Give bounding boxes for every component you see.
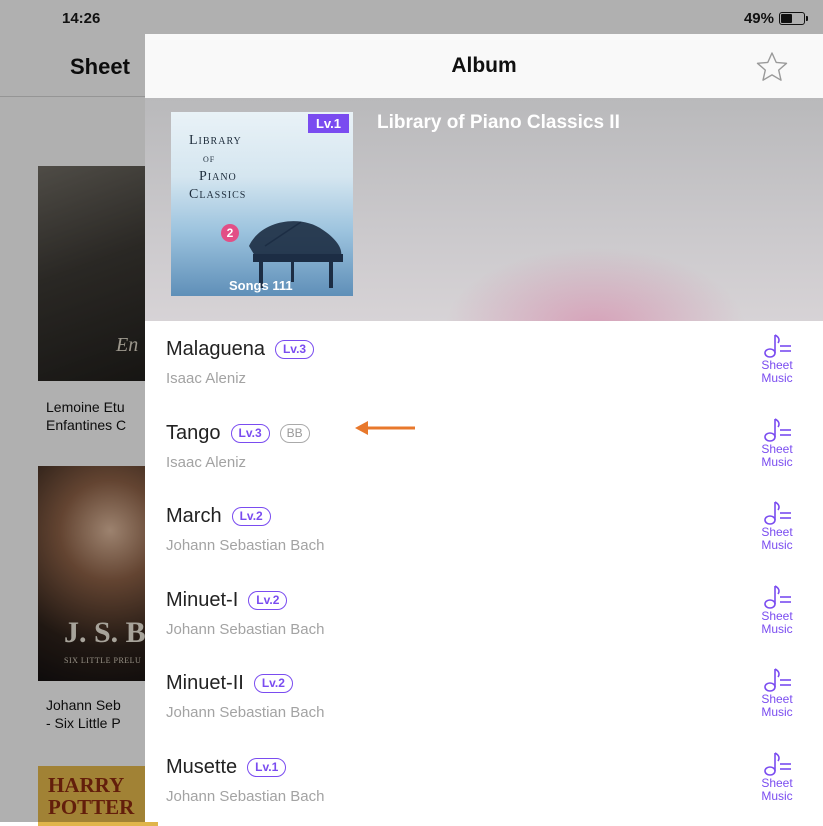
song-row[interactable]: Minuet-I Lv.2 Johann Sebastian Bach Shee… — [145, 572, 823, 656]
level-badge: Lv.2 — [248, 590, 288, 610]
battery-percent: 49% — [743, 10, 774, 27]
song-title-text: Tango — [166, 421, 221, 444]
level-badge: Lv.1 — [247, 757, 287, 777]
song-artist: Johann Sebastian Bach — [166, 537, 325, 554]
album-hero: Library of Piano Classics 2 Lv.1 Songs 1… — [145, 98, 823, 321]
song-title-text: Musette — [166, 755, 238, 778]
cover-title-line: Library — [189, 133, 242, 148]
music-note-icon — [764, 751, 791, 776]
song-row[interactable]: Musette Lv.1 Johann Sebastian Bach Sheet… — [145, 739, 823, 823]
song-artist: Isaac Aleniz — [166, 453, 247, 471]
background-title: Sheet — [70, 54, 130, 79]
music-note-icon — [764, 417, 791, 442]
music-note-icon — [764, 584, 791, 609]
song-list: Malaguena Lv.3 Isaac Aleniz Sheet Music … — [145, 321, 823, 822]
song-title-text: Minuet-II — [166, 672, 244, 694]
album-panel: Album Library of Piano Classics 2 Lv.1 S… — [145, 34, 823, 822]
song-artist: Johann Sebastian Bach — [166, 704, 325, 721]
sheet-music-button[interactable]: Sheet Music — [753, 500, 801, 552]
sheet-music-label: Sheet — [761, 608, 793, 623]
song-row[interactable]: Minuet-II Lv.2 Johann Sebastian Bach She… — [145, 655, 823, 739]
battery-status: 49% — [743, 10, 808, 27]
album-cover[interactable]: Library of Piano Classics 2 Lv.1 Songs 1… — [171, 112, 353, 296]
song-title: Minuet-II Lv.2 — [166, 672, 293, 695]
cover-text: J. S. B — [64, 616, 146, 649]
music-note-icon — [764, 668, 791, 692]
battery-icon — [779, 12, 808, 25]
song-title-text: March — [166, 505, 222, 527]
background-album-cover[interactable]: En — [38, 166, 158, 381]
caption-line: Johann Seb — [46, 697, 121, 713]
sheet-music-button[interactable]: Sheet Music — [753, 751, 801, 803]
cover-title-line: of — [203, 153, 216, 165]
sheet-music-label: Music — [761, 705, 793, 719]
sheet-music-label: Music — [761, 788, 793, 803]
song-title-text: Minuet-I — [166, 588, 239, 611]
sheet-music-label: Music — [761, 538, 793, 552]
status-bar: 14:26 49% — [0, 0, 823, 34]
cover-text-line: POTTER — [48, 795, 135, 819]
song-artist: Isaac Aleniz — [166, 370, 247, 387]
background-album-cover[interactable]: J. S. B SIX LITTLE PRELU — [38, 466, 158, 681]
star-icon[interactable] — [755, 50, 789, 84]
album-header: Album — [145, 34, 823, 98]
sheet-music-button[interactable]: Sheet Music — [753, 417, 801, 469]
music-note-icon — [764, 501, 791, 525]
song-row[interactable]: Tango Lv.3 BB Isaac Aleniz Sheet Music — [145, 405, 823, 489]
cover-title: Library of Piano Classics — [189, 132, 246, 204]
caption-line: Enfantines C — [46, 417, 127, 433]
cover-text-line: HARRY — [48, 773, 125, 797]
cover-title-line: Piano — [199, 169, 237, 184]
page-title: Album — [451, 54, 517, 77]
tag-badge: BB — [279, 423, 310, 443]
music-note-icon — [764, 334, 791, 358]
caption-line: - Six Little P — [46, 715, 121, 731]
cover-text: En — [116, 334, 139, 356]
song-title: March Lv.2 — [166, 505, 271, 528]
cover-title-line: Classics — [189, 187, 247, 202]
song-artist: Johann Sebastian Bach — [166, 620, 325, 638]
sheet-music-label: Music — [761, 454, 793, 469]
cover-text: HARRY POTTER — [48, 774, 134, 818]
level-badge: Lv.3 — [274, 340, 315, 359]
cover-subtext: SIX LITTLE PRELU — [64, 656, 142, 665]
level-badge: Lv.3 — [230, 423, 270, 443]
song-row[interactable]: March Lv.2 Johann Sebastian Bach Sheet M… — [145, 488, 823, 572]
song-title: Malaguena Lv.3 — [166, 338, 315, 361]
song-title: Musette Lv.1 — [166, 755, 287, 779]
song-title: Minuet-I Lv.2 — [166, 588, 288, 612]
cover-level-badge: Lv.1 — [307, 114, 349, 133]
sheet-music-label: Music — [761, 371, 793, 385]
song-row[interactable]: Malaguena Lv.3 Isaac Aleniz Sheet Music — [145, 321, 823, 405]
background-album-caption[interactable]: Johann Seb - Six Little P — [46, 696, 121, 732]
sheet-music-label: Sheet — [761, 775, 793, 790]
song-artist: Johann Sebastian Bach — [166, 787, 325, 805]
sheet-music-button[interactable]: Sheet Music — [753, 667, 801, 719]
level-badge: Lv.2 — [231, 507, 271, 526]
song-title-text: Malaguena — [166, 338, 265, 360]
level-badge: Lv.2 — [253, 674, 293, 693]
sheet-music-button[interactable]: Sheet Music — [753, 584, 801, 636]
annotation-arrow-icon — [355, 421, 415, 435]
song-title: Tango Lv.3 BB — [166, 422, 310, 445]
album-name: Library of Piano Classics II — [377, 112, 620, 133]
sheet-music-button[interactable]: Sheet Music — [753, 333, 801, 385]
background-album-cover[interactable]: HARRY POTTER — [38, 766, 158, 826]
background-album-caption[interactable]: Lemoine Etu Enfantines C — [46, 398, 126, 434]
status-time: 14:26 — [62, 10, 101, 27]
sheet-music-label: Music — [761, 621, 793, 636]
caption-line: Lemoine Etu — [46, 399, 125, 415]
cover-song-count: Songs 111 — [229, 278, 293, 293]
sheet-music-label: Sheet — [761, 441, 793, 456]
